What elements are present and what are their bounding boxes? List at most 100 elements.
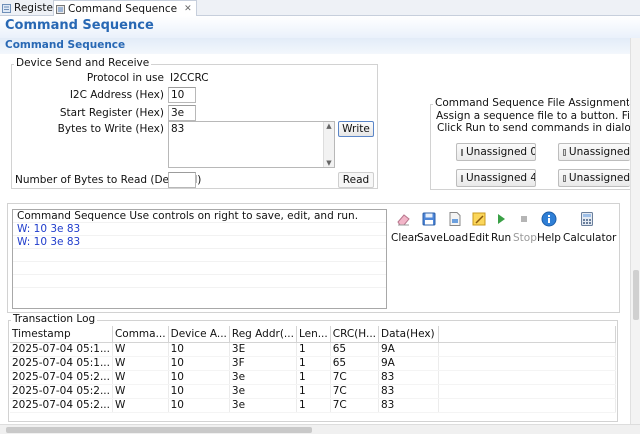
start-register-label: Start Register (Hex): [59, 107, 164, 119]
cell-timestamp: 2025-07-04 05:1...: [10, 356, 113, 371]
help-label: Help: [537, 232, 561, 244]
write-button[interactable]: Write: [338, 121, 374, 137]
cell-command: W: [112, 356, 169, 371]
save-label: Save: [417, 232, 443, 244]
cell-reg-addr: 3e: [229, 370, 297, 385]
unassigned-4-label: Unassigned 4: [466, 172, 536, 184]
file-assignment-title: Command Sequence File Assignment Buttons: [433, 97, 629, 109]
stop-button[interactable]: Stop: [513, 211, 537, 244]
cell-command: W: [112, 398, 169, 413]
help-icon: [541, 211, 557, 227]
command-sequence-header: Command Sequence Use controls on right t…: [13, 210, 386, 223]
unassigned-5-button[interactable]: Unassigned: [558, 169, 630, 187]
column-header-data[interactable]: Data(Hex): [378, 326, 439, 343]
horizontal-scrollbar-thumb[interactable]: [6, 427, 312, 433]
edit-label: Edit: [468, 232, 490, 244]
cell-length: 1: [296, 384, 331, 399]
i2c-address-label: I2C Address (Hex): [69, 89, 164, 101]
unassigned-1-button[interactable]: Unassigned: [558, 143, 630, 161]
calculator-label: Calculator: [563, 232, 617, 244]
unassigned-0-button[interactable]: Unassigned 0: [456, 143, 536, 161]
edit-button[interactable]: Edit: [468, 211, 490, 244]
cell-crc: 65: [330, 356, 380, 371]
cell-device-address: 10: [168, 370, 230, 385]
page-title: Command Sequence: [5, 18, 154, 33]
read-button[interactable]: Read: [338, 172, 374, 188]
help-button[interactable]: Help: [537, 211, 561, 244]
column-header-crc[interactable]: CRC(H...: [330, 326, 380, 343]
start-register-field[interactable]: 3e: [168, 105, 196, 121]
cell-device-address: 10: [168, 342, 230, 357]
calculator-icon: [581, 212, 593, 226]
cell-timestamp: 2025-07-04 05:2...: [10, 370, 113, 385]
run-label: Run: [491, 232, 512, 244]
cell-length: 1: [296, 398, 331, 413]
tab-command-sequence[interactable]: Command Sequence ✕: [53, 0, 197, 17]
table-row[interactable]: 2025-07-04 05:1... W 10 3F 1 65 9A: [10, 356, 616, 371]
cell-data: 9A: [378, 342, 439, 357]
table-row[interactable]: 2025-07-04 05:2... W 10 3e 1 7C 83: [10, 370, 616, 385]
close-tab-icon[interactable]: ✕: [184, 4, 192, 14]
clear-label: Clear: [391, 232, 419, 244]
cell-reg-addr: 3F: [229, 356, 297, 371]
transaction-log-table: Timestamp Comma... Device A... Reg Addr(…: [10, 326, 616, 413]
save-icon: [422, 212, 436, 226]
cell-length: 1: [296, 342, 331, 357]
command-line[interactable]: W: 10 3e 83: [13, 223, 386, 236]
cell-length: 1: [296, 356, 331, 371]
command-line[interactable]: W: 10 3e 83: [13, 236, 386, 249]
cell-crc: 65: [330, 342, 380, 357]
i2c-address-field[interactable]: 10: [168, 87, 196, 103]
assignment-instruction-1: Assign a sequence file to a button. File…: [436, 110, 630, 122]
unassigned-0-label: Unassigned 0: [466, 146, 536, 158]
command-sequence-list[interactable]: Command Sequence Use controls on right t…: [12, 209, 387, 309]
horizontal-scrollbar[interactable]: [0, 424, 640, 434]
column-header-length[interactable]: Len...: [296, 326, 331, 343]
cell-timestamp: 2025-07-04 05:2...: [10, 384, 113, 399]
cell-device-address: 10: [168, 398, 230, 413]
table-row[interactable]: 2025-07-04 05:2... W 10 3e 1 7C 83: [10, 384, 616, 399]
command-sequence-tab-icon: [56, 4, 65, 14]
bytes-to-read-field[interactable]: [168, 172, 196, 188]
bytes-to-write-value: 83: [171, 123, 185, 135]
save-button[interactable]: Save: [417, 211, 443, 244]
column-header-reg-addr[interactable]: Reg Addr(...: [229, 326, 297, 343]
vertical-scrollbar[interactable]: [630, 38, 640, 424]
column-header-device-address[interactable]: Device A...: [168, 326, 230, 343]
table-row[interactable]: 2025-07-04 05:1... W 10 3E 1 65 9A: [10, 342, 616, 357]
cell-data: 83: [378, 384, 439, 399]
scroll-up-arrow-icon[interactable]: ▲: [324, 122, 334, 130]
column-header-timestamp[interactable]: Timestamp: [10, 326, 113, 343]
device-group-title: Device Send and Receive: [14, 57, 152, 69]
sequence-file-icon: [563, 148, 566, 156]
run-button[interactable]: Run: [491, 211, 511, 244]
empty-line: [13, 249, 386, 262]
unassigned-4-button[interactable]: Unassigned 4: [456, 169, 536, 187]
table-header-row: Timestamp Comma... Device A... Reg Addr(…: [10, 326, 616, 343]
unassigned-5-label: Unassigned: [568, 172, 630, 184]
edit-icon: [472, 212, 486, 226]
cell-device-address: 10: [168, 384, 230, 399]
protocol-value: I2CCRC: [170, 72, 209, 84]
calculator-button[interactable]: Calculator: [563, 211, 616, 244]
unassigned-1-label: Unassigned: [568, 146, 630, 158]
cell-crc: 7C: [330, 384, 380, 399]
cell-device-address: 10: [168, 356, 230, 371]
load-label: Load: [443, 232, 469, 244]
vertical-scrollbar-thumb[interactable]: [633, 270, 639, 320]
sequence-file-icon: [563, 174, 566, 182]
column-header-command[interactable]: Comma...: [112, 326, 169, 343]
cell-command: W: [112, 384, 169, 399]
column-header-filler: [438, 326, 616, 343]
clear-button[interactable]: Clear: [391, 211, 419, 244]
cell-reg-addr: 3E: [229, 342, 297, 357]
table-row[interactable]: 2025-07-04 05:2... W 10 3e 1 7C 83: [10, 398, 616, 413]
scroll-down-arrow-icon[interactable]: ▼: [324, 159, 334, 167]
bytes-to-write-scrollbar[interactable]: ▲ ▼: [323, 122, 334, 167]
bytes-to-write-label: Bytes to Write (Hex): [57, 123, 164, 135]
tab-command-sequence-label: Command Sequence: [68, 3, 178, 15]
bytes-to-write-textarea[interactable]: 83: [168, 121, 335, 168]
cell-length: 1: [296, 370, 331, 385]
load-button[interactable]: Load: [443, 211, 469, 244]
transaction-log-table-wrap[interactable]: Timestamp Comma... Device A... Reg Addr(…: [10, 326, 616, 416]
